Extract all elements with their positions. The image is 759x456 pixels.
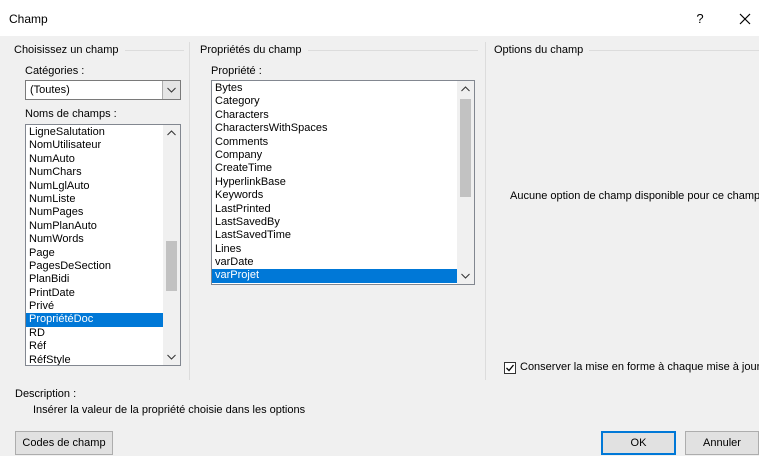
chevron-down-icon [167,354,176,360]
field-options-group-title: Options du champ [494,44,590,56]
list-item[interactable]: NumPages [26,206,163,219]
list-item[interactable]: NumListe [26,193,163,206]
categories-dropdown-button[interactable] [162,81,180,99]
categories-value: (Toutes) [30,84,70,96]
chevron-down-icon [461,273,470,279]
field-properties-group-title: Propriétés du champ [200,44,308,56]
preserve-format-checkbox[interactable] [504,362,516,374]
list-item[interactable]: LigneSalutation [26,126,163,139]
list-item[interactable]: LastSavedTime [212,229,457,242]
list-item[interactable]: NumAuto [26,153,163,166]
close-button[interactable] [735,9,755,29]
list-item[interactable]: RD [26,327,163,340]
list-item[interactable]: varDate [212,256,457,269]
list-item[interactable]: CharactersWithSpaces [212,122,457,135]
checkmark-icon [506,364,515,372]
chevron-down-icon [167,87,176,93]
left-divider [189,42,190,380]
cancel-button[interactable]: Annuler [685,431,759,455]
list-item[interactable]: Keywords [212,189,457,202]
categories-label: Catégories : [25,65,85,77]
list-item[interactable]: CreateTime [212,162,457,175]
list-item[interactable]: NumChars [26,166,163,179]
field-names-list[interactable]: LigneSalutation NomUtilisateur NumAuto NumC… [25,124,181,366]
close-icon [739,13,751,25]
property-list[interactable]: Bytes Category Characters CharactersWithSpa… [211,80,475,285]
list-item[interactable]: LastSavedBy [212,216,457,229]
categories-select[interactable]: (Toutes) [25,80,181,100]
chevron-up-icon [167,130,176,136]
list-item[interactable]: LastPrinted [212,203,457,216]
list-item[interactable]: Privé [26,300,163,313]
scroll-down-button[interactable] [163,348,180,365]
ok-button[interactable]: OK [601,431,676,455]
list-item[interactable]: varProjet [212,269,457,283]
list-item[interactable]: RéfStyle [26,354,163,365]
list-item[interactable]: Company [212,149,457,162]
field-names-scrollbar[interactable] [163,125,180,365]
list-item[interactable]: NumPlanAuto [26,220,163,233]
scroll-thumb[interactable] [460,99,471,197]
field-names-items: LigneSalutation NomUtilisateur NumAuto NumC… [26,126,163,365]
help-button[interactable]: ? [692,10,708,28]
list-item[interactable]: NumLglAuto [26,180,163,193]
list-item[interactable]: Comments [212,136,457,149]
no-options-message: Aucune option de champ disponible pour c… [510,190,759,202]
chevron-up-icon [461,86,470,92]
scroll-thumb[interactable] [166,241,177,291]
scroll-down-button[interactable] [457,267,474,284]
list-item[interactable]: Lines [212,243,457,256]
list-item[interactable]: PropriétéDoc [26,313,163,327]
list-item[interactable]: NumWords [26,233,163,246]
list-item[interactable]: PlanBidi [26,273,163,286]
right-divider [485,42,486,380]
description-text: Insérer la valeur de la propriété choisi… [33,404,306,416]
list-item[interactable]: Page [26,247,163,260]
description-label: Description : [15,388,77,400]
scroll-up-button[interactable] [163,125,180,142]
window-title: Champ [9,12,48,26]
list-item[interactable]: Réf [26,340,163,353]
list-item[interactable]: PagesDeSection [26,260,163,273]
list-item[interactable]: NomUtilisateur [26,139,163,152]
title-bar [0,0,759,36]
property-items: Bytes Category Characters CharactersWithSpa… [212,82,457,283]
choose-field-group-title: Choisissez un champ [14,44,125,56]
list-item[interactable]: PrintDate [26,287,163,300]
list-item[interactable]: Category [212,95,457,108]
list-item[interactable]: Bytes [212,82,457,95]
field-codes-button[interactable]: Codes de champ [15,431,113,455]
preserve-format-label[interactable]: Conserver la mise en forme à chaque mise… [520,361,759,373]
property-label: Propriété : [211,65,262,77]
field-names-label: Noms de champs : [25,108,117,120]
scroll-up-button[interactable] [457,81,474,98]
list-item[interactable]: HyperlinkBase [212,176,457,189]
list-item[interactable]: Characters [212,109,457,122]
property-scrollbar[interactable] [457,81,474,284]
